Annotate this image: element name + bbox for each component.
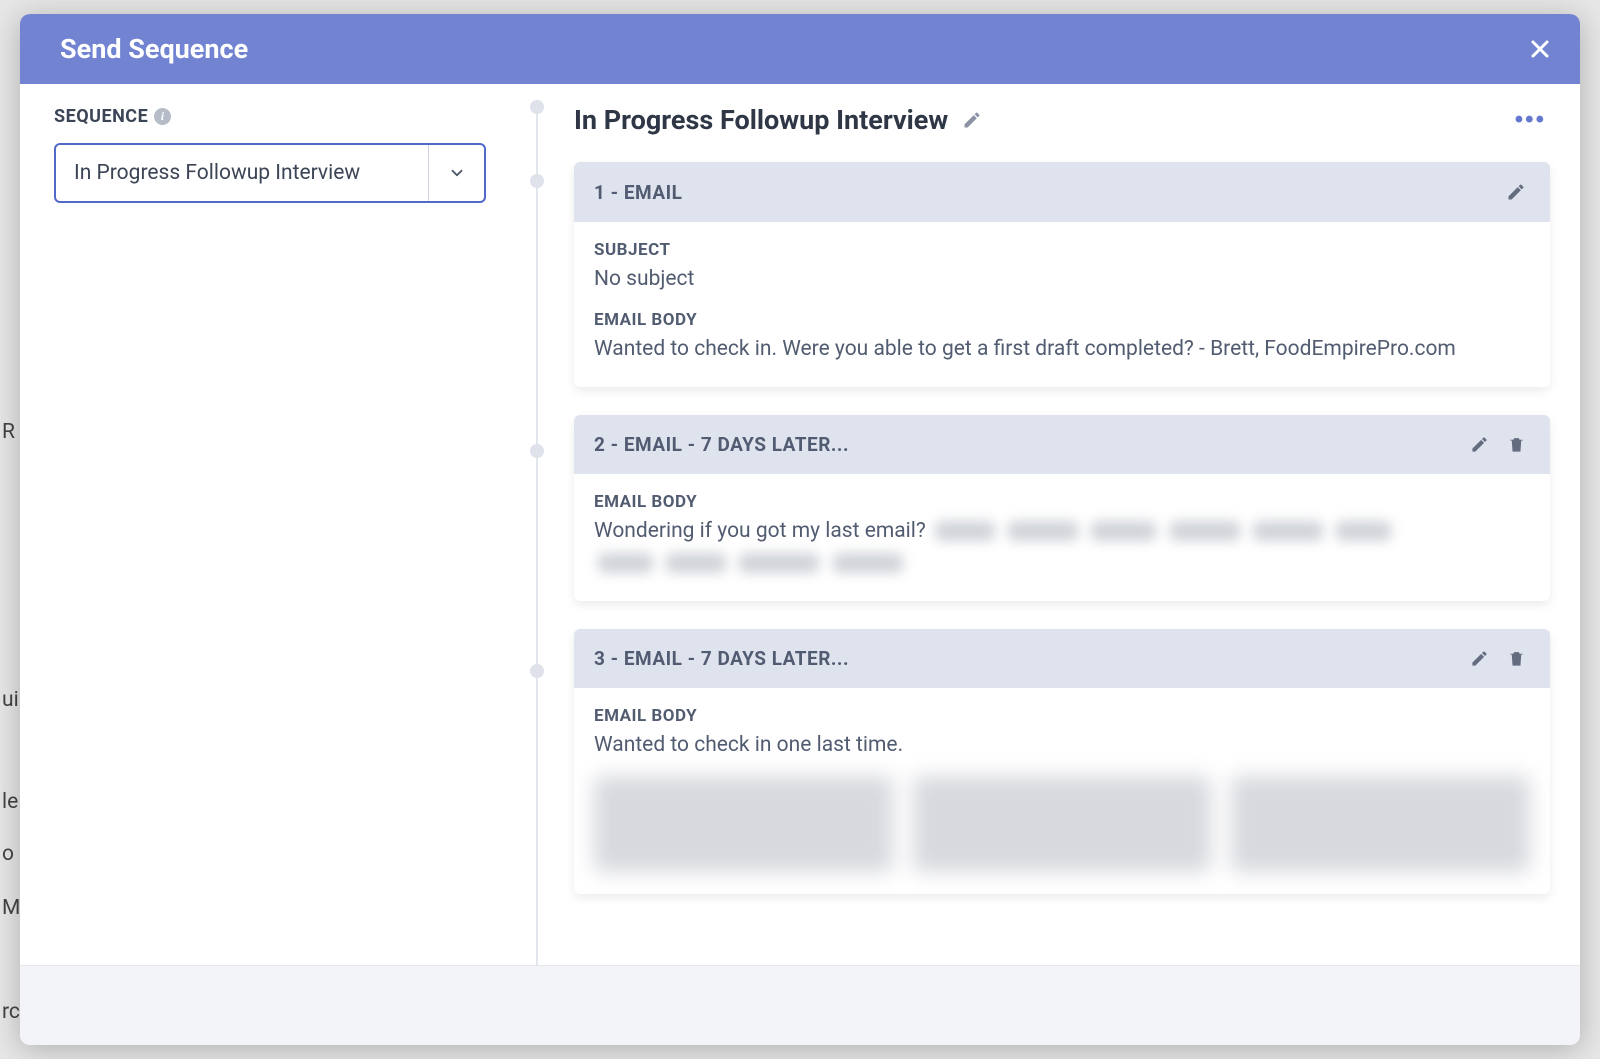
modal-header: Send Sequence <box>20 14 1580 84</box>
edit-step-button[interactable] <box>1466 645 1493 672</box>
redacted-text <box>1091 521 1156 541</box>
redacted-block <box>1231 776 1530 872</box>
step-body: EMAIL BODY Wanted to check in one last t… <box>574 688 1550 894</box>
pencil-icon <box>1470 435 1489 454</box>
send-sequence-modal: Send Sequence SEQUENCE i In Progress Fol… <box>20 14 1580 1045</box>
trash-icon <box>1507 435 1526 454</box>
modal-body: SEQUENCE i In Progress Followup Intervie… <box>20 84 1580 965</box>
edit-sequence-title-button[interactable] <box>958 106 986 134</box>
modal-footer <box>20 965 1580 1045</box>
redacted-text <box>666 553 726 573</box>
pencil-icon <box>962 110 982 130</box>
step-card-1: 1 - EMAIL SUBJECT No subject EMAIL BODY … <box>574 162 1550 387</box>
chevron-down-icon <box>428 145 484 201</box>
body-text: Wanted to check in one last time. <box>594 730 1530 762</box>
subject-label: SUBJECT <box>594 240 1530 260</box>
body-prefix: Wondering if you got my last email? <box>594 519 931 543</box>
step-card-2: 2 - EMAIL - 7 DAYS LATER... EMAIL BODY W… <box>574 415 1550 601</box>
right-panel: In Progress Followup Interview ••• 1 - E… <box>520 84 1580 965</box>
close-icon <box>1528 37 1552 61</box>
pencil-icon <box>1506 182 1526 202</box>
body-label: EMAIL BODY <box>594 310 1530 330</box>
delete-step-button[interactable] <box>1503 431 1530 458</box>
trash-icon <box>1507 649 1526 668</box>
step-card-3: 3 - EMAIL - 7 DAYS LATER... EMAIL BODY W… <box>574 629 1550 894</box>
more-icon: ••• <box>1515 106 1546 134</box>
timeline-dot <box>530 664 544 678</box>
redacted-text <box>1253 521 1323 541</box>
redacted-text <box>1170 521 1240 541</box>
step-body: SUBJECT No subject EMAIL BODY Wanted to … <box>574 222 1550 387</box>
sequence-header: In Progress Followup Interview ••• <box>574 102 1550 138</box>
redacted-text <box>1008 521 1078 541</box>
timeline-dot <box>530 444 544 458</box>
left-panel: SEQUENCE i In Progress Followup Intervie… <box>20 84 520 965</box>
step-header: 3 - EMAIL - 7 DAYS LATER... <box>574 629 1550 688</box>
body-text: Wanted to check in. Were you able to get… <box>594 334 1530 366</box>
pencil-icon <box>1470 649 1489 668</box>
sequence-label-text: SEQUENCE <box>54 106 148 127</box>
timeline-line <box>536 108 538 965</box>
redacted-text <box>1336 521 1391 541</box>
redacted-block <box>913 776 1212 872</box>
edit-step-button[interactable] <box>1466 431 1493 458</box>
body-label: EMAIL BODY <box>594 492 1530 512</box>
sequence-title: In Progress Followup Interview <box>574 104 948 136</box>
step-label: 2 - EMAIL - 7 DAYS LATER... <box>594 433 849 456</box>
sequence-field-label: SEQUENCE i <box>54 106 486 127</box>
delete-step-button[interactable] <box>1503 645 1530 672</box>
body-label: EMAIL BODY <box>594 706 1530 726</box>
redacted-block <box>594 776 893 872</box>
more-options-button[interactable]: ••• <box>1511 102 1550 138</box>
redacted-blocks <box>594 776 1530 872</box>
redacted-text <box>833 553 903 573</box>
step-header: 1 - EMAIL <box>574 162 1550 222</box>
step-body: EMAIL BODY Wondering if you got my last … <box>574 474 1550 601</box>
info-icon[interactable]: i <box>154 108 171 125</box>
edit-step-button[interactable] <box>1502 178 1530 206</box>
subject-text: No subject <box>594 264 1530 296</box>
timeline-dot <box>530 100 544 114</box>
redacted-text <box>935 521 995 541</box>
redacted-text <box>739 553 819 573</box>
modal-title: Send Sequence <box>60 33 248 65</box>
body-text: Wondering if you got my last email? <box>594 516 1530 579</box>
close-button[interactable] <box>1522 31 1558 67</box>
redacted-text <box>598 553 653 573</box>
timeline-dot <box>530 174 544 188</box>
sequence-select-value: In Progress Followup Interview <box>56 161 428 185</box>
step-label: 1 - EMAIL <box>594 181 682 204</box>
sequence-select[interactable]: In Progress Followup Interview <box>54 143 486 203</box>
step-header: 2 - EMAIL - 7 DAYS LATER... <box>574 415 1550 474</box>
step-label: 3 - EMAIL - 7 DAYS LATER... <box>594 647 849 670</box>
